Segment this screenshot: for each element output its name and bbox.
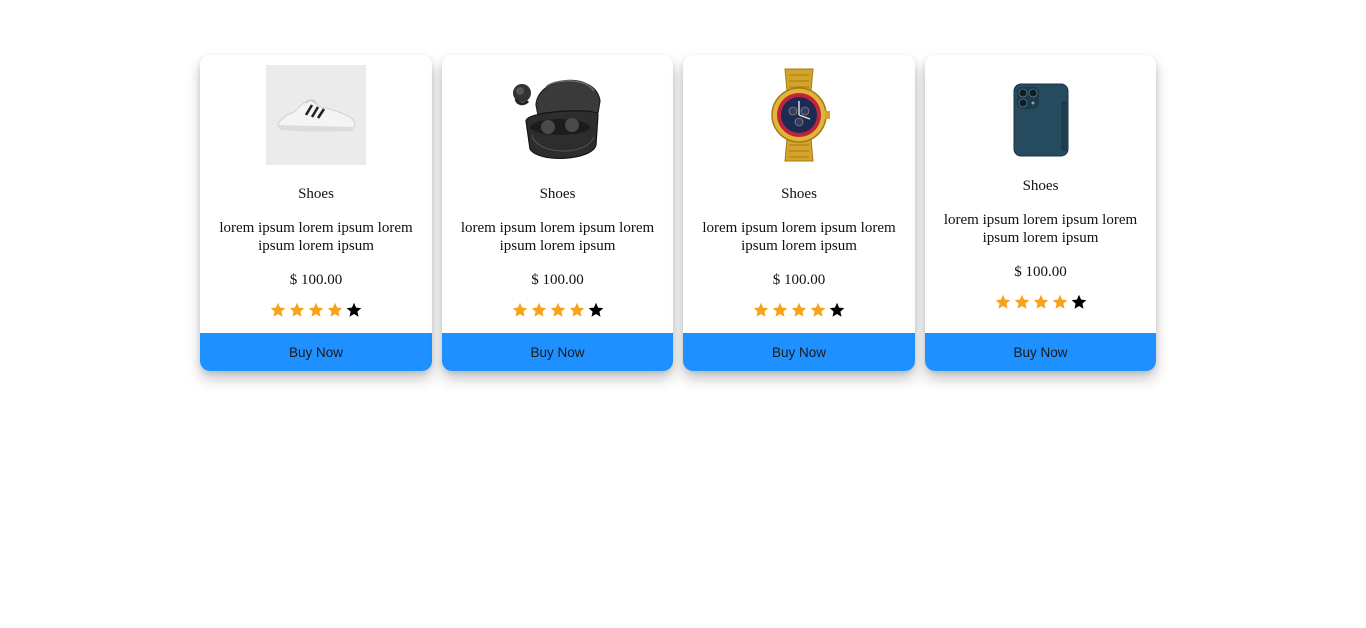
rating-stars (995, 294, 1087, 310)
product-price: $ 100.00 (289, 272, 343, 288)
star-filled-icon (995, 294, 1011, 310)
product-description: lorem ipsum lorem ipsum lorem ipsum lore… (702, 220, 896, 254)
star-filled-icon (270, 302, 286, 318)
star-filled-icon (810, 302, 826, 318)
product-card: Shoes lorem ipsum lorem ipsum lorem ipsu… (442, 55, 673, 371)
buy-now-button[interactable]: Buy Now (200, 333, 432, 371)
product-name: Shoes (1022, 178, 1059, 194)
star-filled-icon (569, 302, 585, 318)
buy-now-button[interactable]: Buy Now (925, 333, 1156, 371)
star-filled-icon (753, 302, 769, 318)
star-filled-icon (550, 302, 566, 318)
product-name: Shoes (781, 186, 817, 202)
star-filled-icon (772, 302, 788, 318)
product-card: Shoes lorem ipsum lorem ipsum lorem ipsu… (683, 55, 915, 371)
rating-stars (270, 302, 362, 318)
star-filled-icon (289, 302, 305, 318)
product-price: $ 100.00 (1014, 264, 1067, 280)
sneaker-image (266, 65, 366, 165)
star-filled-icon (512, 302, 528, 318)
product-card-list: Shoes lorem ipsum lorem ipsum lorem ipsu… (200, 55, 1156, 371)
star-filled-icon (1033, 294, 1049, 310)
star-filled-icon (308, 302, 324, 318)
product-description: lorem ipsum lorem ipsum lorem ipsum lore… (219, 220, 413, 254)
product-price: $ 100.00 (772, 272, 826, 288)
star-filled-icon (531, 302, 547, 318)
product-name: Shoes (298, 186, 334, 202)
product-description: lorem ipsum lorem ipsum lorem ipsum lore… (943, 212, 1138, 246)
buy-now-button[interactable]: Buy Now (683, 333, 915, 371)
product-card: Shoes lorem ipsum lorem ipsum lorem ipsu… (925, 55, 1156, 371)
product-card: Shoes lorem ipsum lorem ipsum lorem ipsu… (200, 55, 432, 371)
star-empty-icon (346, 302, 362, 318)
product-price: $ 100.00 (531, 272, 584, 288)
star-filled-icon (1014, 294, 1030, 310)
product-name: Shoes (539, 186, 576, 202)
star-empty-icon (588, 302, 604, 318)
watch-image (749, 65, 849, 165)
rating-stars (512, 302, 604, 318)
buy-now-button[interactable]: Buy Now (442, 333, 673, 371)
earbuds-image (508, 65, 608, 165)
star-empty-icon (1071, 294, 1087, 310)
star-filled-icon (327, 302, 343, 318)
star-empty-icon (829, 302, 845, 318)
star-filled-icon (791, 302, 807, 318)
star-filled-icon (1052, 294, 1068, 310)
rating-stars (753, 302, 845, 318)
product-description: lorem ipsum lorem ipsum lorem ipsum lore… (460, 220, 655, 254)
phone-image (991, 83, 1091, 157)
